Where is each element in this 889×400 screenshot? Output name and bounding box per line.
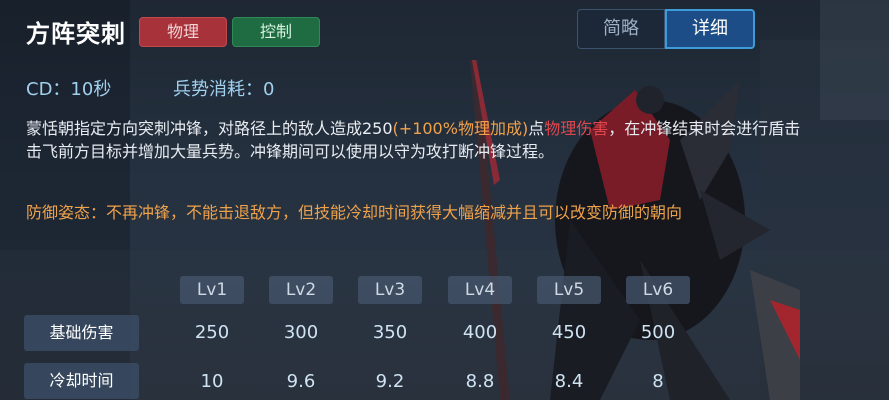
level-header: Lv4 (448, 276, 512, 304)
table-cell: 10 (200, 371, 224, 392)
table-cell: 500 (640, 322, 676, 343)
detail-view-button[interactable]: 详细 (665, 9, 755, 49)
view-toggle: 简略 详细 (577, 9, 755, 49)
skill-detail-panel: 方阵突刺 物理 控制 简略 详细 CD：10秒 兵势消耗：0 蒙恬朝指定方向突刺… (0, 0, 889, 400)
level-header: Lv2 (269, 276, 333, 304)
stance-description: 防御姿态：不再冲锋，不能击退敌方，但技能冷却时间获得大幅缩减并且可以改变防御的朝… (26, 203, 683, 222)
table-cell: 300 (283, 322, 319, 343)
skill-name: 方阵突刺 (26, 20, 126, 48)
table-cell: 8.4 (554, 371, 584, 392)
brief-view-button[interactable]: 简略 (577, 9, 665, 49)
row-label-base-damage: 基础伤害 (24, 315, 139, 351)
table-cell: 8 (652, 371, 664, 392)
desc-text-mid: 点 (528, 119, 545, 138)
desc-damage-type: 物理伤害 (544, 119, 609, 138)
desc-text: 蒙恬朝指定方向突刺冲锋，对路径上的敌人造成250 (26, 119, 393, 138)
tag-physical: 物理 (139, 17, 227, 47)
level-header: Lv5 (537, 276, 601, 304)
table-cell: 350 (372, 322, 408, 343)
level-header: Lv6 (626, 276, 690, 304)
row-label-cooldown: 冷却时间 (24, 363, 139, 399)
table-cell: 400 (462, 322, 498, 343)
tag-control: 控制 (232, 17, 320, 47)
cost-stat: 兵势消耗：0 (173, 79, 275, 100)
table-cell: 450 (551, 322, 587, 343)
table-cell: 9.6 (286, 371, 316, 392)
skill-description: 蒙恬朝指定方向突刺冲锋，对路径上的敌人造成250(+100%物理加成)点物理伤害… (26, 117, 806, 163)
table-cell: 9.2 (375, 371, 405, 392)
cooldown-stat: CD：10秒 (26, 79, 112, 100)
desc-scaling: (+100%物理加成) (392, 119, 529, 138)
level-header: Lv3 (358, 276, 422, 304)
table-cell: 8.8 (465, 371, 495, 392)
level-header: Lv1 (180, 276, 244, 304)
table-cell: 250 (194, 322, 230, 343)
